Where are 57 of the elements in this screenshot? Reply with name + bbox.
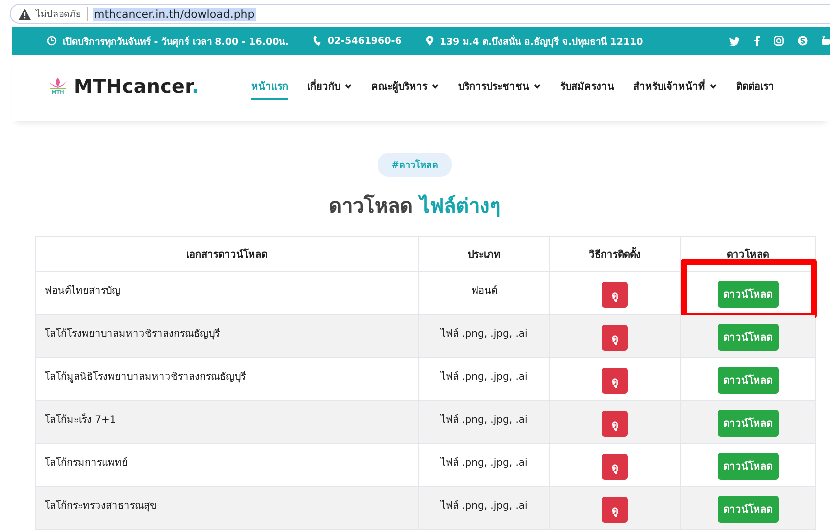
file-type: ไฟล์ .png, .jpg, .ai: [440, 329, 528, 340]
chevron-down-icon: [534, 84, 542, 88]
view-button[interactable]: ดู: [602, 368, 628, 394]
document-name: โลโก้กระทรวงสาธารณสุข: [45, 501, 157, 512]
document-name: โลโก้โรงพยาบาลมหาวชิราลงกรณธัญบุรี: [45, 329, 220, 340]
chevron-down-icon: [345, 84, 352, 88]
download-button[interactable]: ดาวน์โหลด: [718, 281, 779, 308]
phone-icon: [312, 36, 322, 46]
file-type: ไฟล์ .png, .jpg, .ai: [440, 501, 528, 512]
phone-number[interactable]: 02-5461960-6: [328, 36, 402, 46]
nav-link[interactable]: คณะผู้บริหาร: [371, 74, 440, 100]
nav-link[interactable]: สำหรับเจ้าหน้าที่: [633, 74, 718, 100]
document-name: โลโก้มูลนิธิโรงพยาบาลมหาวชิราลงกรณธัญบุรี: [45, 372, 246, 383]
file-type: ไฟล์ .png, .jpg, .ai: [440, 372, 528, 383]
section-tag: #ดาวโหลด: [378, 153, 452, 177]
warning-icon: [19, 8, 31, 20]
download-button[interactable]: ดาวน์โหลด: [718, 367, 779, 394]
view-button[interactable]: ดู: [602, 282, 628, 308]
clock-icon: [47, 36, 57, 46]
view-button[interactable]: ดู: [602, 454, 628, 480]
download-button[interactable]: ดาวน์โหลด: [718, 496, 779, 523]
skype-icon: [798, 36, 808, 46]
nav-link[interactable]: เกี่ยวกับ: [307, 74, 352, 100]
download-button[interactable]: ดาวน์โหลด: [718, 410, 779, 437]
view-button[interactable]: ดู: [602, 497, 628, 523]
twitter-icon: [729, 36, 740, 46]
document-name: โลโก้มะเร็ง 7+1: [45, 415, 116, 426]
download-button[interactable]: ดาวน์โหลด: [718, 453, 779, 480]
url-text[interactable]: mthcancer.in.th/dowload.php: [93, 8, 256, 20]
lotus-logo-icon: [48, 78, 68, 90]
security-label: ไม่ปลอดภัย: [36, 7, 88, 21]
column-header: ดาวโหลด: [727, 250, 770, 260]
document-name: ฟอนต์ไทยสารบัญ: [45, 286, 121, 297]
instagram-icon: [774, 36, 784, 46]
address-text: 139 ม.4 ต.บึงสนั่น อ.ธัญบุรี จ.ปทุมธานี 12110: [440, 34, 644, 48]
chevron-down-icon: [432, 84, 440, 88]
site-logo-text[interactable]: MTHcancer.: [74, 76, 200, 98]
download-button[interactable]: ดาวน์โหลด: [718, 324, 779, 351]
chevron-down-icon: [710, 84, 718, 88]
location-pin-icon: [426, 36, 434, 46]
file-type: ไฟล์ .png, .jpg, .ai: [440, 458, 528, 469]
view-button[interactable]: ดู: [602, 411, 628, 437]
nav-link[interactable]: รับสมัครงาน: [560, 74, 614, 100]
file-type: ฟอนต์: [471, 286, 498, 297]
view-button[interactable]: ดู: [602, 325, 628, 351]
nav-link[interactable]: ติดต่อเรา: [736, 74, 774, 100]
opening-hours: เปิดบริการทุกวันจันทร์ - วันศุกร์ เวลา 8.00 - 16.00น.: [63, 36, 289, 48]
column-header: วิธีการติดตั้ง: [589, 250, 642, 260]
facebook-icon: [754, 36, 760, 46]
youtube-icon: [822, 36, 830, 46]
column-header: ประเภท: [468, 250, 501, 260]
document-name: โลโก้กรมการแพทย์: [45, 458, 128, 469]
file-type: ไฟล์ .png, .jpg, .ai: [440, 415, 528, 426]
nav-link[interactable]: หน้าแรก: [251, 74, 288, 100]
column-header: เอกสารดาวน์โหลด: [186, 250, 268, 260]
section-title: ดาวโหลด ไฟล์ต่างๆ: [329, 193, 501, 220]
nav-link[interactable]: บริการประชาชน: [458, 74, 542, 100]
